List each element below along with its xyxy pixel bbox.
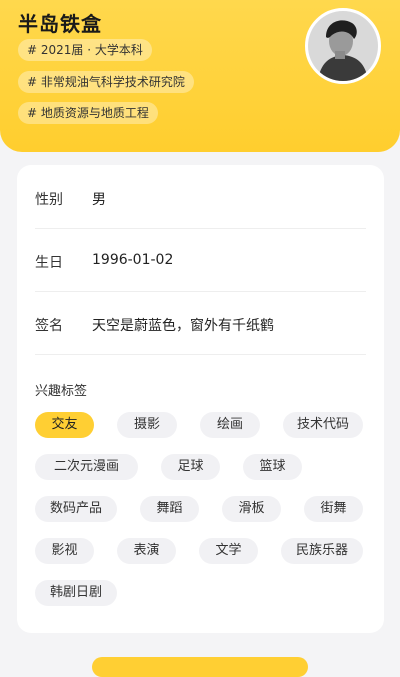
birthday-value: 1996-01-02 xyxy=(92,252,174,268)
signature-row: 签名 天空是蔚蓝色，窗外有千纸鹤 xyxy=(35,291,366,355)
tag-wudao[interactable]: 舞蹈 xyxy=(140,496,199,522)
major-chip: # 地质资源与地质工程 xyxy=(18,102,158,124)
gender-value: 男 xyxy=(92,192,106,208)
birthday-label: 生日 xyxy=(35,255,63,271)
tag-minzuyueqi[interactable]: 民族乐器 xyxy=(281,538,363,564)
gender-row: 性别 男 xyxy=(35,165,366,229)
interests-title: 兴趣标签 xyxy=(35,384,88,399)
tag-jiaoyou[interactable]: 交友 xyxy=(35,412,94,438)
tag-sheying[interactable]: 摄影 xyxy=(117,412,177,438)
institute-chip: # 非常规油气科学技术研究院 xyxy=(18,71,194,93)
birthday-row: 生日 1996-01-02 xyxy=(35,228,366,292)
avatar-portrait-icon xyxy=(308,11,378,81)
tag-lanqiu[interactable]: 篮球 xyxy=(243,454,302,480)
tag-wenxue[interactable]: 文学 xyxy=(199,538,258,564)
tag-shuma[interactable]: 数码产品 xyxy=(35,496,117,522)
tag-jiewu[interactable]: 街舞 xyxy=(304,496,363,522)
tag-huaban[interactable]: 滑板 xyxy=(222,496,281,522)
signature-label: 签名 xyxy=(35,318,63,334)
grade-chip: # 2021届 · 大学本科 xyxy=(18,39,152,61)
bottom-action-button[interactable] xyxy=(92,657,308,677)
tag-erciyuan[interactable]: 二次元漫画 xyxy=(35,454,138,480)
profile-name: 半岛铁盒 xyxy=(18,12,102,36)
profile-card: 性别 男 生日 1996-01-02 签名 天空是蔚蓝色，窗外有千纸鹤 兴趣标签… xyxy=(17,165,384,633)
tag-huihua[interactable]: 绘画 xyxy=(200,412,260,438)
tag-yingshi[interactable]: 影视 xyxy=(35,538,94,564)
avatar[interactable] xyxy=(305,8,381,84)
signature-value: 天空是蔚蓝色，窗外有千纸鹤 xyxy=(92,318,274,334)
tag-biaoyan[interactable]: 表演 xyxy=(117,538,176,564)
gender-label: 性别 xyxy=(35,192,63,208)
profile-header: 半岛铁盒 # 2021届 · 大学本科 # 非常规油气科学技术研究院 # 地质资… xyxy=(0,0,400,152)
tag-zuqiu[interactable]: 足球 xyxy=(161,454,220,480)
tag-jishudaima[interactable]: 技术代码 xyxy=(283,412,363,438)
tag-hanju[interactable]: 韩剧日剧 xyxy=(35,580,117,606)
